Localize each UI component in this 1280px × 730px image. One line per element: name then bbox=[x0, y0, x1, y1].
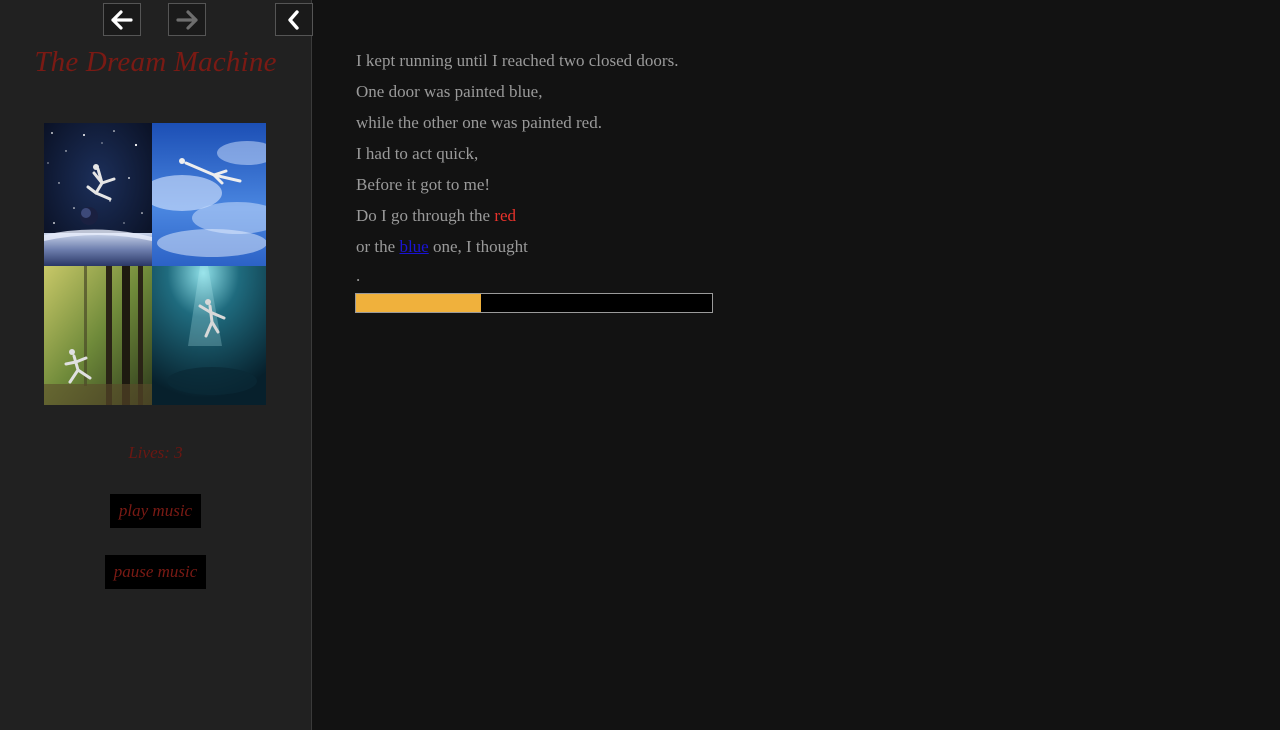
story-progress-fill bbox=[356, 294, 481, 312]
play-music-button[interactable]: play music bbox=[110, 494, 201, 528]
sky-tile-image bbox=[152, 123, 266, 266]
underwater-tile-image bbox=[152, 266, 266, 405]
blue-door-choice-link[interactable]: blue bbox=[399, 237, 428, 256]
story-trailing-dot: . bbox=[356, 266, 361, 285]
arrow-left-icon bbox=[111, 9, 133, 30]
story-line: I had to act quick, bbox=[356, 144, 479, 163]
arrow-right-icon bbox=[176, 9, 198, 30]
story-line-choice-blue: or the blue one, I thought bbox=[356, 234, 678, 265]
dream-collage-image bbox=[44, 123, 266, 405]
lives-counter: Lives: 3 bbox=[128, 443, 183, 462]
story-line: Before it got to me! bbox=[356, 175, 491, 194]
story-text: I kept running until I reached two close… bbox=[356, 48, 678, 265]
collapse-sidebar-button[interactable] bbox=[275, 3, 313, 36]
forest-tile-image bbox=[44, 266, 152, 405]
story-line: I kept running until I reached two close… bbox=[356, 51, 679, 70]
red-door-choice[interactable]: red bbox=[494, 206, 516, 225]
game-title: The Dream Machine bbox=[34, 46, 277, 78]
story-text-segment: Do I go through the bbox=[356, 206, 495, 225]
story-text-segment: one, I thought bbox=[428, 237, 528, 256]
story-progress-bar bbox=[355, 293, 713, 313]
space-tile-image bbox=[44, 123, 152, 266]
chevron-left-icon bbox=[288, 9, 299, 30]
story-line: while the other one was painted red. bbox=[356, 113, 602, 132]
pause-music-button[interactable]: pause music bbox=[105, 555, 206, 589]
back-button[interactable] bbox=[103, 3, 141, 36]
sidebar: The Dream Machine Lives: 3 play music pa… bbox=[0, 0, 313, 730]
story-line: One door was painted blue, bbox=[356, 82, 543, 101]
story-text-segment: or the bbox=[356, 237, 400, 256]
story-line-choice-red: Do I go through the red bbox=[356, 203, 678, 234]
forward-button[interactable] bbox=[168, 3, 206, 36]
